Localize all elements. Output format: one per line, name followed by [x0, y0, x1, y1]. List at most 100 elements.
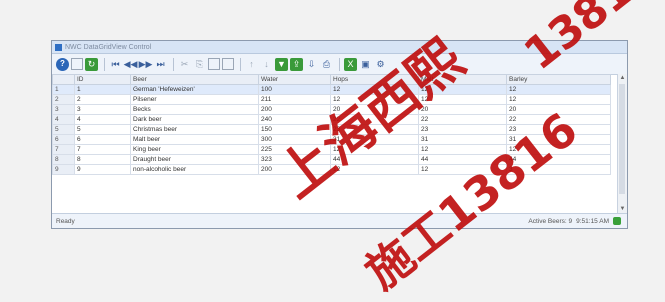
row-number[interactable]: 8: [52, 154, 75, 165]
column-header-beer[interactable]: Beer: [130, 74, 259, 85]
cell-hops[interactable]: 22: [330, 114, 419, 125]
cell-beer[interactable]: Christmas beer: [130, 124, 259, 135]
cell-barley[interactable]: 44: [506, 154, 611, 165]
new-icon[interactable]: [222, 58, 234, 70]
cell-barley[interactable]: 23: [506, 124, 611, 135]
help-icon[interactable]: ?: [56, 57, 69, 71]
cell-hops[interactable]: 12: [330, 144, 419, 155]
last-icon[interactable]: ⏭: [154, 58, 167, 71]
paste-icon[interactable]: [208, 58, 220, 70]
row-number[interactable]: 7: [52, 144, 75, 155]
cut-icon[interactable]: ✂: [178, 58, 191, 71]
cell-id[interactable]: 5: [74, 124, 131, 135]
cell-hops[interactable]: 12: [330, 84, 419, 95]
cell-hops[interactable]: 12: [330, 94, 419, 105]
cell-id[interactable]: 4: [74, 114, 131, 125]
table-row[interactable]: 2 2 Pilsener 211 12 12 12: [52, 94, 611, 105]
row-number[interactable]: 4: [52, 114, 75, 125]
cell-beer[interactable]: King beer: [130, 144, 259, 155]
cell-water[interactable]: 100: [258, 84, 331, 95]
cell-id[interactable]: 1: [74, 84, 131, 95]
settings-icon[interactable]: ⚙: [374, 58, 387, 71]
sort-desc-icon[interactable]: ↓: [260, 58, 273, 71]
cell-water[interactable]: 300: [258, 134, 331, 145]
cell-hops[interactable]: 44: [330, 154, 419, 165]
cell-barley[interactable]: 12: [506, 94, 611, 105]
cell-water[interactable]: 225: [258, 144, 331, 155]
grid-icon[interactable]: [71, 58, 83, 70]
row-number[interactable]: 9: [52, 164, 75, 175]
cell-id[interactable]: 3: [74, 104, 131, 115]
import-icon[interactable]: ⇩: [305, 58, 318, 71]
cell-malt[interactable]: 23: [418, 124, 507, 135]
cell-malt[interactable]: 31: [418, 134, 507, 145]
table-row[interactable]: 7 7 King beer 225 12 12 12: [52, 144, 611, 155]
cell-hops[interactable]: 23: [330, 124, 419, 135]
cell-barley[interactable]: 20: [506, 104, 611, 115]
column-header-hops[interactable]: Hops: [330, 74, 419, 85]
row-number[interactable]: 2: [52, 94, 75, 105]
cell-water[interactable]: 150: [258, 124, 331, 135]
cell-barley[interactable]: 22: [506, 114, 611, 125]
first-icon[interactable]: ⏮: [109, 58, 122, 71]
cell-malt[interactable]: 12: [418, 84, 507, 95]
cell-id[interactable]: 7: [74, 144, 131, 155]
cell-water[interactable]: 200: [258, 164, 331, 175]
cell-malt[interactable]: 20: [418, 104, 507, 115]
cell-hops[interactable]: 20: [330, 104, 419, 115]
cell-id[interactable]: 9: [74, 164, 131, 175]
save-icon[interactable]: ▣: [359, 58, 372, 71]
cell-barley[interactable]: 12: [506, 144, 611, 155]
table-row[interactable]: 4 4 Dark beer 240 22 22 22: [52, 114, 611, 125]
cell-id[interactable]: 8: [74, 154, 131, 165]
cell-beer[interactable]: German 'Hefeweizen': [130, 84, 259, 95]
cell-id[interactable]: 2: [74, 94, 131, 105]
table-row[interactable]: 1 1 German 'Hefeweizen' 100 12 12 12: [52, 84, 611, 95]
table-row[interactable]: 8 8 Draught beer 323 44 44 44: [52, 154, 611, 165]
cell-water[interactable]: 323: [258, 154, 331, 165]
column-header-malt[interactable]: Malt: [418, 74, 507, 85]
cell-malt[interactable]: 44: [418, 154, 507, 165]
print-icon[interactable]: ⎙: [320, 58, 333, 71]
cell-water[interactable]: 211: [258, 94, 331, 105]
table-row[interactable]: 3 3 Becks 200 20 20 20: [52, 104, 611, 115]
row-number[interactable]: 6: [52, 134, 75, 145]
cell-beer[interactable]: non-alcoholic beer: [130, 164, 259, 175]
scroll-up-icon[interactable]: ▲: [618, 74, 627, 83]
cell-hops[interactable]: 31: [330, 134, 419, 145]
copy-icon[interactable]: ⎘: [193, 58, 206, 71]
table-row[interactable]: 6 6 Malt beer 300 31 31 31: [52, 134, 611, 145]
excel-icon[interactable]: X: [344, 57, 357, 71]
column-header-water[interactable]: Water: [258, 74, 331, 85]
cell-malt[interactable]: 12: [418, 164, 507, 175]
table-row[interactable]: 9 9 non-alcoholic beer 200 12 12 3: [52, 164, 611, 175]
column-header-barley[interactable]: Barley: [506, 74, 611, 85]
cell-water[interactable]: 200: [258, 104, 331, 115]
sort-asc-icon[interactable]: ↑: [245, 58, 258, 71]
row-number[interactable]: 1: [52, 84, 75, 95]
next-page-icon[interactable]: ▶▶: [139, 58, 153, 71]
column-header-id[interactable]: ID: [74, 74, 131, 85]
cell-malt[interactable]: 12: [418, 144, 507, 155]
cell-beer[interactable]: Pilsener: [130, 94, 259, 105]
row-number[interactable]: 3: [52, 104, 75, 115]
vertical-scrollbar[interactable]: ▲ ▼: [617, 74, 627, 214]
table-row[interactable]: 5 5 Christmas beer 150 23 23 23: [52, 124, 611, 135]
cell-barley[interactable]: 3: [506, 164, 611, 175]
refresh-icon[interactable]: ↻: [85, 57, 98, 71]
cell-beer[interactable]: Dark beer: [130, 114, 259, 125]
cell-barley[interactable]: 31: [506, 134, 611, 145]
export-icon[interactable]: ⇪: [290, 57, 303, 71]
row-number[interactable]: 5: [52, 124, 75, 135]
cell-malt[interactable]: 12: [418, 94, 507, 105]
cell-beer[interactable]: Malt beer: [130, 134, 259, 145]
cell-water[interactable]: 240: [258, 114, 331, 125]
cell-id[interactable]: 6: [74, 134, 131, 145]
scroll-thumb[interactable]: [619, 84, 625, 194]
cell-hops[interactable]: 12: [330, 164, 419, 175]
cell-beer[interactable]: Draught beer: [130, 154, 259, 165]
data-grid[interactable]: ID Beer Water Hops Malt Barley 1 1 German …: [52, 74, 627, 214]
cell-malt[interactable]: 22: [418, 114, 507, 125]
cell-beer[interactable]: Becks: [130, 104, 259, 115]
cell-barley[interactable]: 12: [506, 84, 611, 95]
